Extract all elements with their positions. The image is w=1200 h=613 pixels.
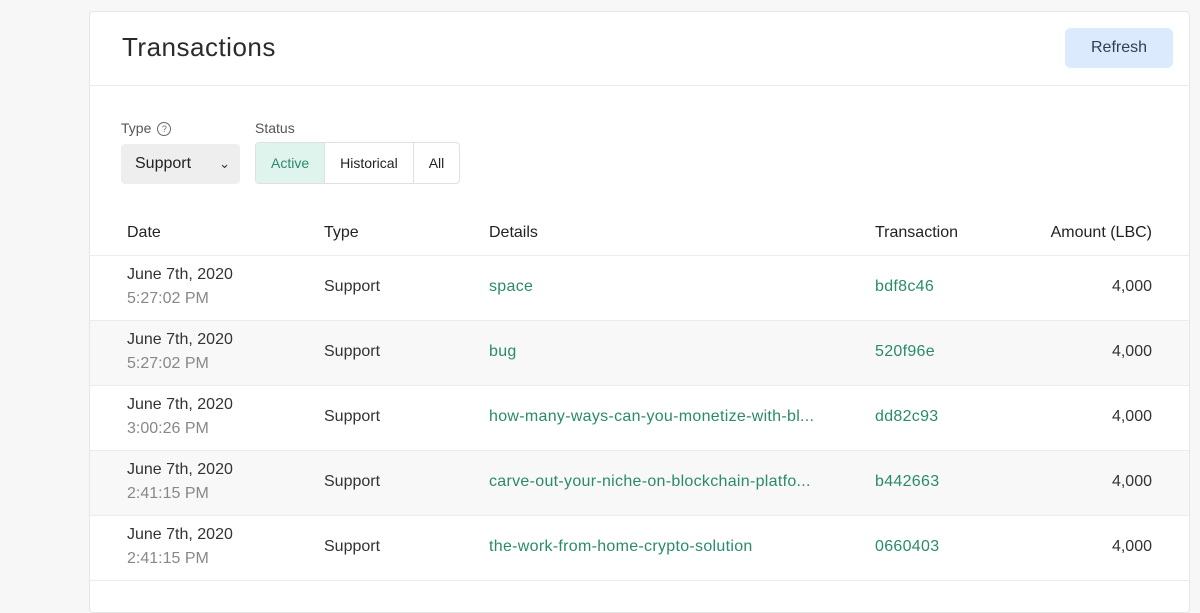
row-details-link[interactable]: how-many-ways-can-you-monetize-with-bl..… — [489, 408, 814, 426]
status-segmented-control: Active Historical All — [255, 142, 461, 184]
status-option-historical[interactable]: Historical — [324, 143, 413, 183]
table-row: June 7th, 2020 2:41:15 PM Support carve-… — [90, 451, 1189, 516]
row-transaction-link[interactable]: b442663 — [875, 473, 939, 491]
row-amount: 4,000 — [1111, 408, 1152, 425]
row-transaction-link[interactable]: 0660403 — [875, 538, 939, 556]
row-amount: 4,000 — [1111, 278, 1152, 295]
row-date: June 7th, 2020 — [127, 526, 233, 543]
row-time: 5:27:02 PM — [127, 290, 209, 307]
column-details: Details — [489, 224, 538, 241]
row-type: Support — [324, 408, 381, 425]
type-select-value: Support — [135, 155, 192, 172]
refresh-button[interactable]: Refresh — [1065, 28, 1173, 68]
column-transaction: Transaction — [875, 224, 958, 241]
status-option-all[interactable]: All — [412, 143, 460, 183]
table-header: Date Type Details Transaction Amount (LB… — [90, 212, 1189, 256]
row-transaction-link[interactable]: dd82c93 — [875, 408, 939, 426]
table-row: June 7th, 2020 2:41:15 PM Support the-wo… — [90, 516, 1189, 581]
row-time: 5:27:02 PM — [127, 355, 209, 372]
row-date: June 7th, 2020 — [127, 266, 233, 283]
row-type: Support — [324, 278, 381, 295]
column-amount: Amount (LBC) — [1050, 224, 1152, 241]
row-date: June 7th, 2020 — [127, 461, 233, 478]
row-time: 3:00:26 PM — [127, 420, 209, 437]
row-details-link[interactable]: space — [489, 278, 533, 296]
row-details-link[interactable]: the-work-from-home-crypto-solution — [489, 538, 753, 556]
row-type: Support — [324, 343, 381, 360]
type-select[interactable]: Support ⌄ — [121, 144, 240, 184]
type-label-text: Type — [121, 120, 152, 136]
table-row: June 7th, 2020 3:00:26 PM Support how-ma… — [90, 386, 1189, 451]
transactions-card: Transactions Refresh Type? Support ⌄ Sta… — [89, 11, 1190, 613]
row-transaction-link[interactable]: 520f96e — [875, 343, 935, 361]
row-time: 2:41:15 PM — [127, 550, 209, 567]
row-date: June 7th, 2020 — [127, 396, 233, 413]
row-details-link[interactable]: carve-out-your-niche-on-blockchain-platf… — [489, 473, 811, 491]
card-header: Transactions Refresh — [90, 12, 1189, 86]
type-filter-label: Type? — [121, 120, 172, 136]
row-amount: 4,000 — [1111, 343, 1152, 360]
transactions-table: Date Type Details Transaction Amount (LB… — [90, 212, 1189, 581]
row-amount: 4,000 — [1111, 473, 1152, 490]
column-type: Type — [324, 224, 359, 241]
help-icon[interactable]: ? — [157, 122, 172, 136]
row-type: Support — [324, 538, 381, 555]
row-type: Support — [324, 473, 381, 490]
row-transaction-link[interactable]: bdf8c46 — [875, 278, 934, 296]
status-filter-label: Status — [255, 120, 295, 136]
row-time: 2:41:15 PM — [127, 485, 209, 502]
row-details-link[interactable]: bug — [489, 343, 517, 361]
status-option-active[interactable]: Active — [256, 143, 325, 183]
page-title: Transactions — [122, 32, 276, 62]
table-row: June 7th, 2020 5:27:02 PM Support space … — [90, 256, 1189, 321]
row-date: June 7th, 2020 — [127, 331, 233, 348]
table-row: June 7th, 2020 5:27:02 PM Support bug 52… — [90, 321, 1189, 386]
chevron-down-icon: ⌄ — [219, 156, 230, 171]
column-date: Date — [127, 224, 161, 241]
row-amount: 4,000 — [1111, 538, 1152, 555]
